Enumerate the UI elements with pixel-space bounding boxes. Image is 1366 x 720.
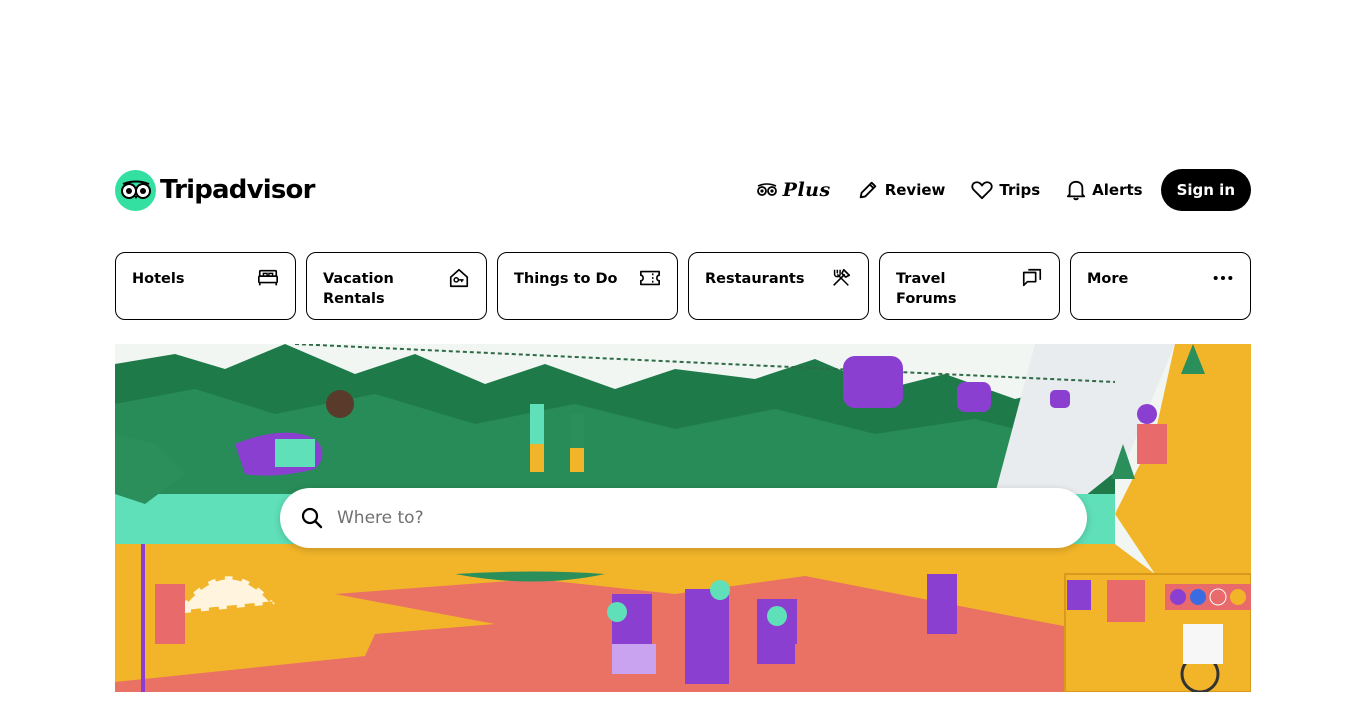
owl-eyes-icon <box>756 183 777 196</box>
bell-icon <box>1067 180 1086 201</box>
category-things-to-do[interactable]: Things to Do <box>497 252 678 320</box>
category-bar: Hotels Vacation Rentals Things to Do Res… <box>115 252 1251 320</box>
tripadvisor-logo[interactable]: Tripadvisor <box>115 169 315 211</box>
house-key-icon <box>449 268 469 288</box>
category-label: Hotels <box>132 271 185 287</box>
category-label: More <box>1087 271 1129 287</box>
trips-label: Trips <box>999 181 1041 199</box>
owl-logo-icon <box>115 169 156 211</box>
top-header: Tripadvisor Plus Review Trips Alerts Sig… <box>115 168 1251 212</box>
plus-label: Plus <box>782 179 831 201</box>
category-label: Things to Do <box>514 271 618 287</box>
ticket-icon <box>640 270 660 286</box>
logo-wordmark: Tripadvisor <box>160 175 315 205</box>
speech-bubbles-icon <box>1022 268 1042 287</box>
ellipsis-icon <box>1213 275 1233 281</box>
category-restaurants[interactable]: Restaurants <box>688 252 869 320</box>
review-label: Review <box>884 181 946 199</box>
bed-icon <box>258 269 278 286</box>
category-hotels[interactable]: Hotels <box>115 252 296 320</box>
plus-link[interactable]: Plus <box>756 179 831 201</box>
category-vacation-rentals[interactable]: Vacation Rentals <box>306 252 487 320</box>
search-bar[interactable] <box>280 488 1087 548</box>
header-nav: Plus Review Trips Alerts Sign in <box>756 169 1251 211</box>
pencil-icon <box>859 181 876 199</box>
category-label: Travel Forums <box>896 271 957 307</box>
search-icon <box>301 507 323 529</box>
utensils-icon <box>833 268 851 286</box>
ad-space <box>0 0 1366 150</box>
category-more[interactable]: More <box>1070 252 1251 320</box>
heart-icon <box>971 181 993 200</box>
trips-link[interactable]: Trips <box>971 180 1040 200</box>
alerts-label: Alerts <box>1092 181 1143 199</box>
alerts-link[interactable]: Alerts <box>1066 179 1143 201</box>
review-link[interactable]: Review <box>857 179 946 201</box>
category-travel-forums[interactable]: Travel Forums <box>879 252 1060 320</box>
sign-in-button[interactable]: Sign in <box>1160 169 1251 211</box>
category-label: Vacation Rentals <box>323 271 394 307</box>
search-input[interactable] <box>337 508 1037 528</box>
category-label: Restaurants <box>705 271 805 287</box>
